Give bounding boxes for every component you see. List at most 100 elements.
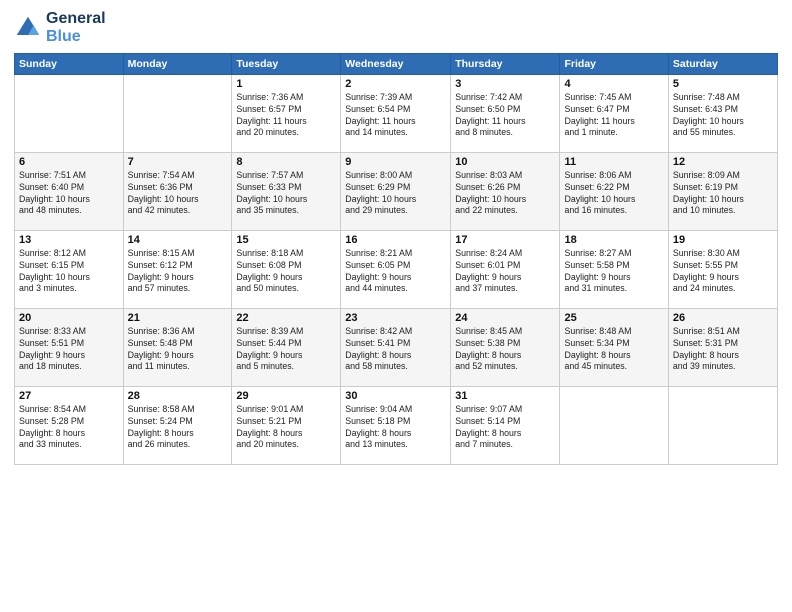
day-info: Sunrise: 8:00 AM Sunset: 6:29 PM Dayligh… — [345, 170, 446, 218]
calendar-day-cell — [560, 386, 668, 464]
day-number: 7 — [128, 156, 228, 168]
day-info: Sunrise: 8:33 AM Sunset: 5:51 PM Dayligh… — [19, 326, 119, 374]
calendar-day-cell: 3Sunrise: 7:42 AM Sunset: 6:50 PM Daylig… — [451, 74, 560, 152]
calendar-day-cell: 8 Sunrise: 7:57 AM Sunset: 6:33 PM Daylig… — [232, 152, 341, 230]
day-info: Sunrise: 8:24 AM Sunset: 6:01 PM Dayligh… — [455, 248, 555, 296]
page: General Blue SundayMondayTuesdayWednesda… — [0, 0, 792, 612]
day-number: 26 — [673, 312, 773, 324]
day-info: Sunrise: 8:15 AM Sunset: 6:12 PM Dayligh… — [128, 248, 228, 296]
day-info: Sunrise: 8:42 AM Sunset: 5:41 PM Dayligh… — [345, 326, 446, 374]
day-info: Sunrise: 7:45 AM Sunset: 6:47 PM Dayligh… — [564, 92, 663, 140]
calendar-week-row: 6 Sunrise: 7:51 AM Sunset: 6:40 PM Daylig… — [15, 152, 778, 230]
logo: General Blue — [14, 10, 106, 47]
day-number: 6 — [19, 156, 119, 168]
calendar-header-row: SundayMondayTuesdayWednesdayThursdayFrid… — [15, 53, 778, 74]
day-number: 23 — [345, 312, 446, 324]
day-number: 21 — [128, 312, 228, 324]
day-info: Sunrise: 8:12 AM Sunset: 6:15 PM Dayligh… — [19, 248, 119, 296]
day-number: 3 — [455, 78, 555, 90]
day-number: 5 — [673, 78, 773, 90]
calendar-week-row: 20Sunrise: 8:33 AM Sunset: 5:51 PM Dayli… — [15, 308, 778, 386]
day-number: 19 — [673, 234, 773, 246]
calendar-day-cell: 27 Sunrise: 8:54 AM Sunset: 5:28 PM Dayli… — [15, 386, 124, 464]
day-number: 14 — [128, 234, 228, 246]
calendar-day-cell: 22 Sunrise: 8:39 AM Sunset: 5:44 PM Dayli… — [232, 308, 341, 386]
day-info: Sunrise: 7:54 AM Sunset: 6:36 PM Dayligh… — [128, 170, 228, 218]
header: General Blue — [14, 10, 778, 47]
calendar-day-cell: 30 Sunrise: 9:04 AM Sunset: 5:18 PM Dayli… — [341, 386, 451, 464]
day-info: Sunrise: 7:36 AM Sunset: 6:57 PM Dayligh… — [236, 92, 336, 140]
calendar-day-cell: 23 Sunrise: 8:42 AM Sunset: 5:41 PM Dayli… — [341, 308, 451, 386]
day-info: Sunrise: 8:39 AM Sunset: 5:44 PM Dayligh… — [236, 326, 336, 374]
weekday-header: Wednesday — [341, 53, 451, 74]
day-number: 1 — [236, 78, 336, 90]
weekday-header: Thursday — [451, 53, 560, 74]
day-number: 15 — [236, 234, 336, 246]
calendar-week-row: 27 Sunrise: 8:54 AM Sunset: 5:28 PM Dayli… — [15, 386, 778, 464]
calendar-day-cell: 26 Sunrise: 8:51 AM Sunset: 5:31 PM Dayli… — [668, 308, 777, 386]
day-number: 24 — [455, 312, 555, 324]
day-info: Sunrise: 8:48 AM Sunset: 5:34 PM Dayligh… — [564, 326, 663, 374]
calendar-day-cell: 4 Sunrise: 7:45 AM Sunset: 6:47 PM Daylig… — [560, 74, 668, 152]
weekday-header: Sunday — [15, 53, 124, 74]
logo-text: General Blue — [46, 10, 106, 47]
calendar-day-cell: 1 Sunrise: 7:36 AM Sunset: 6:57 PM Daylig… — [232, 74, 341, 152]
day-info: Sunrise: 8:54 AM Sunset: 5:28 PM Dayligh… — [19, 404, 119, 452]
day-number: 12 — [673, 156, 773, 168]
day-info: Sunrise: 8:21 AM Sunset: 6:05 PM Dayligh… — [345, 248, 446, 296]
day-info: Sunrise: 8:51 AM Sunset: 5:31 PM Dayligh… — [673, 326, 773, 374]
day-number: 11 — [564, 156, 663, 168]
day-info: Sunrise: 8:58 AM Sunset: 5:24 PM Dayligh… — [128, 404, 228, 452]
day-info: Sunrise: 8:36 AM Sunset: 5:48 PM Dayligh… — [128, 326, 228, 374]
calendar-week-row: 1 Sunrise: 7:36 AM Sunset: 6:57 PM Daylig… — [15, 74, 778, 152]
calendar-day-cell: 14 Sunrise: 8:15 AM Sunset: 6:12 PM Dayli… — [123, 230, 232, 308]
calendar-day-cell: 7 Sunrise: 7:54 AM Sunset: 6:36 PM Daylig… — [123, 152, 232, 230]
weekday-header: Saturday — [668, 53, 777, 74]
day-number: 2 — [345, 78, 446, 90]
day-info: Sunrise: 9:04 AM Sunset: 5:18 PM Dayligh… — [345, 404, 446, 452]
day-info: Sunrise: 8:30 AM Sunset: 5:55 PM Dayligh… — [673, 248, 773, 296]
calendar-table: SundayMondayTuesdayWednesdayThursdayFrid… — [14, 53, 778, 465]
day-info: Sunrise: 7:51 AM Sunset: 6:40 PM Dayligh… — [19, 170, 119, 218]
weekday-header: Friday — [560, 53, 668, 74]
calendar-day-cell: 2 Sunrise: 7:39 AM Sunset: 6:54 PM Daylig… — [341, 74, 451, 152]
day-info: Sunrise: 8:09 AM Sunset: 6:19 PM Dayligh… — [673, 170, 773, 218]
calendar-day-cell: 24 Sunrise: 8:45 AM Sunset: 5:38 PM Dayli… — [451, 308, 560, 386]
calendar-day-cell: 25 Sunrise: 8:48 AM Sunset: 5:34 PM Dayli… — [560, 308, 668, 386]
day-number: 25 — [564, 312, 663, 324]
day-number: 27 — [19, 390, 119, 402]
calendar-day-cell: 29Sunrise: 9:01 AM Sunset: 5:21 PM Dayli… — [232, 386, 341, 464]
day-number: 17 — [455, 234, 555, 246]
day-info: Sunrise: 7:57 AM Sunset: 6:33 PM Dayligh… — [236, 170, 336, 218]
logo-icon — [14, 14, 42, 42]
weekday-header: Tuesday — [232, 53, 341, 74]
calendar-day-cell: 5 Sunrise: 7:48 AM Sunset: 6:43 PM Daylig… — [668, 74, 777, 152]
calendar-day-cell — [15, 74, 124, 152]
day-number: 29 — [236, 390, 336, 402]
calendar-day-cell — [668, 386, 777, 464]
day-number: 16 — [345, 234, 446, 246]
day-number: 30 — [345, 390, 446, 402]
day-number: 8 — [236, 156, 336, 168]
calendar-day-cell: 16 Sunrise: 8:21 AM Sunset: 6:05 PM Dayli… — [341, 230, 451, 308]
day-info: Sunrise: 8:06 AM Sunset: 6:22 PM Dayligh… — [564, 170, 663, 218]
calendar-day-cell: 20Sunrise: 8:33 AM Sunset: 5:51 PM Dayli… — [15, 308, 124, 386]
day-number: 22 — [236, 312, 336, 324]
day-info: Sunrise: 8:27 AM Sunset: 5:58 PM Dayligh… — [564, 248, 663, 296]
weekday-header: Monday — [123, 53, 232, 74]
day-info: Sunrise: 8:03 AM Sunset: 6:26 PM Dayligh… — [455, 170, 555, 218]
calendar-day-cell: 17 Sunrise: 8:24 AM Sunset: 6:01 PM Dayli… — [451, 230, 560, 308]
calendar-day-cell: 21 Sunrise: 8:36 AM Sunset: 5:48 PM Dayli… — [123, 308, 232, 386]
calendar-day-cell: 6 Sunrise: 7:51 AM Sunset: 6:40 PM Daylig… — [15, 152, 124, 230]
day-info: Sunrise: 9:07 AM Sunset: 5:14 PM Dayligh… — [455, 404, 555, 452]
day-number: 31 — [455, 390, 555, 402]
day-number: 18 — [564, 234, 663, 246]
day-info: Sunrise: 8:45 AM Sunset: 5:38 PM Dayligh… — [455, 326, 555, 374]
calendar-day-cell: 18 Sunrise: 8:27 AM Sunset: 5:58 PM Dayli… — [560, 230, 668, 308]
calendar-day-cell: 9Sunrise: 8:00 AM Sunset: 6:29 PM Daylig… — [341, 152, 451, 230]
day-info: Sunrise: 8:18 AM Sunset: 6:08 PM Dayligh… — [236, 248, 336, 296]
day-number: 4 — [564, 78, 663, 90]
day-info: Sunrise: 7:48 AM Sunset: 6:43 PM Dayligh… — [673, 92, 773, 140]
day-info: Sunrise: 7:39 AM Sunset: 6:54 PM Dayligh… — [345, 92, 446, 140]
calendar-day-cell: 11 Sunrise: 8:06 AM Sunset: 6:22 PM Dayli… — [560, 152, 668, 230]
